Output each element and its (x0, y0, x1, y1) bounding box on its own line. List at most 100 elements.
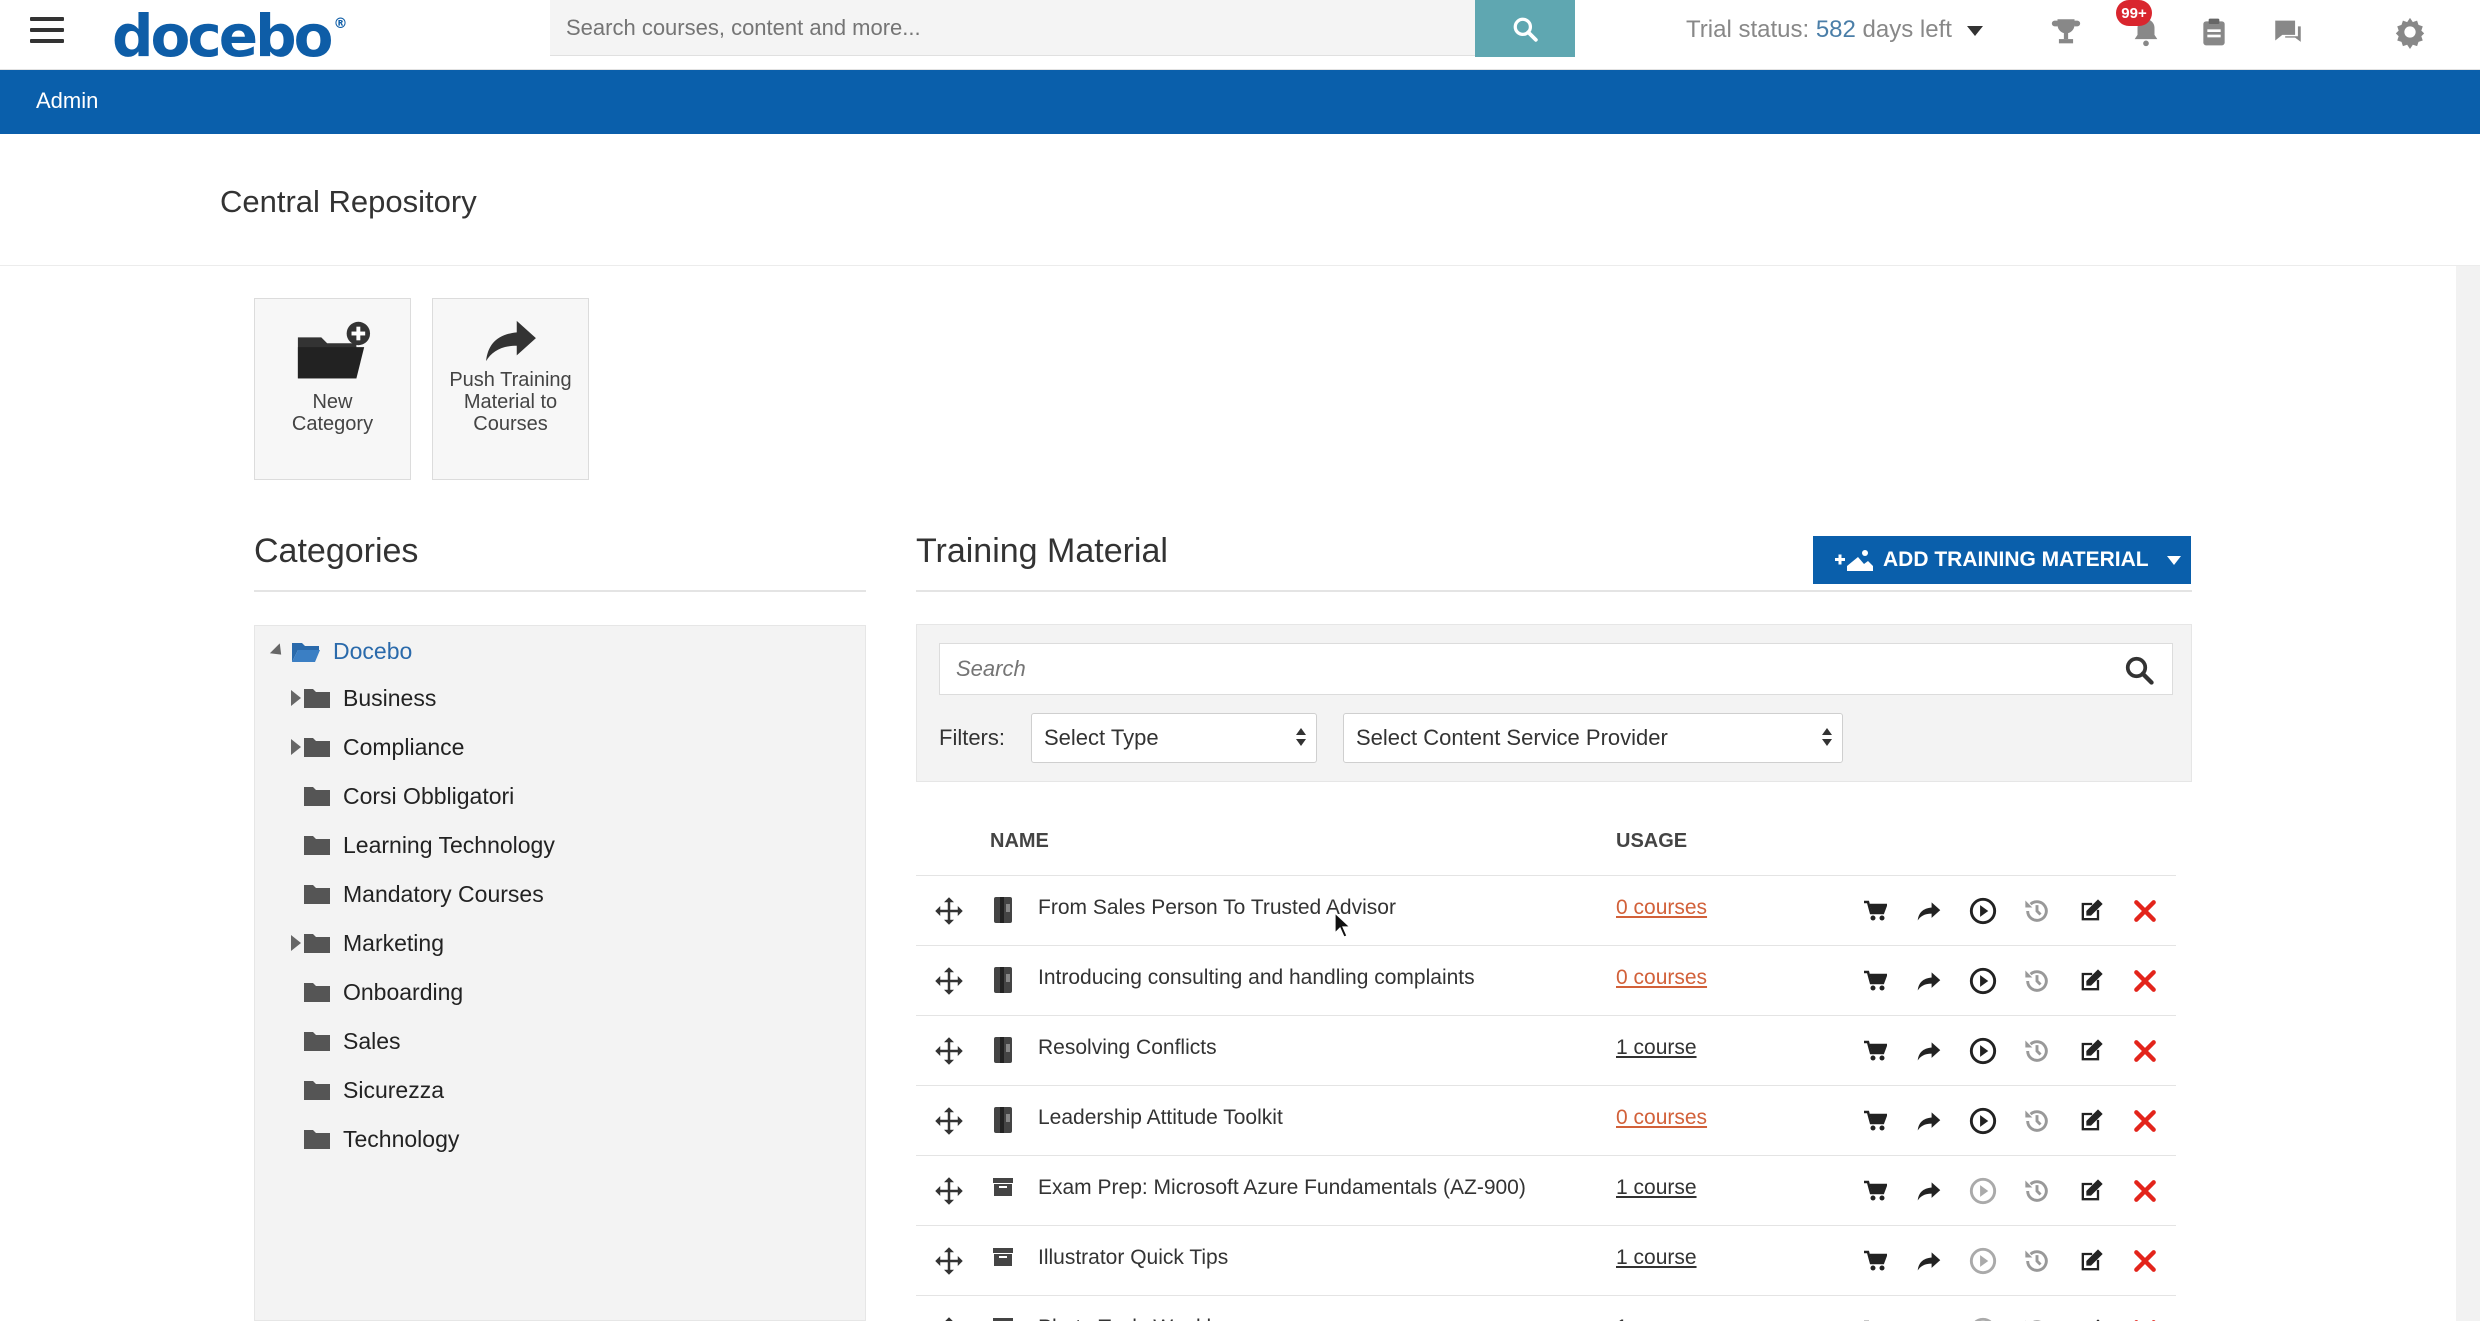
material-usage-link[interactable]: 1 course (1616, 1246, 1697, 1270)
drag-handle-icon[interactable] (934, 1246, 964, 1281)
delete-icon[interactable] (2126, 1242, 2164, 1280)
select-type-dropdown[interactable]: Select Type (1031, 713, 1317, 763)
expand-arrow-icon[interactable] (291, 690, 301, 706)
trophy-icon[interactable] (2046, 12, 2086, 52)
docebo-logo[interactable]: docebo ® (112, 2, 347, 70)
material-name[interactable]: Photo Tools Weekly (1038, 1316, 1222, 1321)
history-icon[interactable] (2018, 1032, 2056, 1070)
material-usage-link[interactable]: 1 course (1616, 1176, 1697, 1200)
category-technology[interactable]: Technology (303, 1123, 459, 1155)
material-usage-link[interactable]: 0 courses (1616, 896, 1707, 920)
edit-icon[interactable] (2072, 962, 2110, 1000)
cart-icon[interactable] (1856, 962, 1894, 1000)
hamburger-menu-icon[interactable] (30, 17, 64, 47)
category-sales[interactable]: Sales (303, 1025, 401, 1057)
category-compliance[interactable]: Compliance (291, 731, 464, 763)
history-icon[interactable] (2018, 1312, 2056, 1321)
push-training-material-tile[interactable]: Push Training Material to Courses (432, 298, 589, 480)
cart-icon[interactable] (1856, 1242, 1894, 1280)
table-row[interactable]: Introducing consulting and handling comp… (916, 946, 2176, 1016)
edit-icon[interactable] (2072, 1172, 2110, 1210)
edit-icon[interactable] (2072, 1312, 2110, 1321)
history-icon[interactable] (2018, 1172, 2056, 1210)
play-icon[interactable] (1964, 1312, 2002, 1321)
category-corsi-obbligatori[interactable]: Corsi Obbligatori (303, 780, 514, 812)
share-arrow-icon[interactable] (1910, 1312, 1948, 1321)
category-mandatory-courses[interactable]: Mandatory Courses (303, 878, 544, 910)
material-usage-link[interactable]: 0 courses (1616, 1106, 1707, 1130)
material-usage-link[interactable]: 1 course (1616, 1316, 1697, 1321)
share-arrow-icon[interactable] (1910, 1032, 1948, 1070)
history-icon[interactable] (2018, 962, 2056, 1000)
delete-icon[interactable] (2126, 1172, 2164, 1210)
play-icon[interactable] (1964, 892, 2002, 930)
material-name[interactable]: Leadership Attitude Toolkit (1038, 1106, 1283, 1130)
edit-icon[interactable] (2072, 1032, 2110, 1070)
add-training-material-button[interactable]: ADD TRAINING MATERIAL (1813, 536, 2191, 584)
column-name[interactable]: NAME (990, 830, 1049, 853)
clipboard-icon[interactable] (2194, 12, 2234, 52)
trial-status[interactable]: Trial status: 582 days left (1686, 16, 1983, 44)
table-row[interactable]: Resolving Conflicts 1 course (916, 1016, 2176, 1086)
category-marketing[interactable]: Marketing (291, 927, 444, 959)
drag-handle-icon[interactable] (934, 1036, 964, 1071)
table-row[interactable]: Illustrator Quick Tips 1 course (916, 1226, 2176, 1296)
material-name[interactable]: Exam Prep: Microsoft Azure Fundamentals … (1038, 1176, 1526, 1200)
drag-handle-icon[interactable] (934, 1176, 964, 1211)
drag-handle-icon[interactable] (934, 966, 964, 1001)
history-icon[interactable] (2018, 892, 2056, 930)
history-icon[interactable] (2018, 1242, 2056, 1280)
drag-handle-icon[interactable] (934, 1316, 964, 1321)
delete-icon[interactable] (2126, 1102, 2164, 1140)
cart-icon[interactable] (1856, 1102, 1894, 1140)
material-name[interactable]: Introducing consulting and handling comp… (1038, 966, 1475, 990)
global-search-button[interactable] (1475, 0, 1575, 57)
share-arrow-icon[interactable] (1910, 1172, 1948, 1210)
chat-icon[interactable] (2268, 12, 2308, 52)
delete-icon[interactable] (2126, 962, 2164, 1000)
gear-icon[interactable] (2390, 12, 2430, 52)
tree-root-docebo[interactable]: Docebo (269, 638, 412, 665)
delete-icon[interactable] (2126, 892, 2164, 930)
cart-icon[interactable] (1856, 1032, 1894, 1070)
admin-breadcrumb[interactable]: Admin (36, 88, 98, 114)
edit-icon[interactable] (2072, 1102, 2110, 1140)
edit-icon[interactable] (2072, 892, 2110, 930)
category-onboarding[interactable]: Onboarding (303, 976, 463, 1008)
cart-icon[interactable] (1856, 1172, 1894, 1210)
drag-handle-icon[interactable] (934, 1106, 964, 1141)
share-arrow-icon[interactable] (1910, 962, 1948, 1000)
table-row[interactable]: Photo Tools Weekly 1 course (916, 1296, 2176, 1321)
play-icon[interactable] (1964, 1102, 2002, 1140)
material-usage-link[interactable]: 0 courses (1616, 966, 1707, 990)
column-usage[interactable]: USAGE (1616, 830, 1687, 853)
category-learning-technology[interactable]: Learning Technology (303, 829, 555, 861)
select-provider-dropdown[interactable]: Select Content Service Provider (1343, 713, 1843, 763)
drag-handle-icon[interactable] (934, 896, 964, 931)
table-row[interactable]: From Sales Person To Trusted Advisor 0 co… (916, 876, 2176, 946)
category-business[interactable]: Business (291, 682, 436, 714)
play-icon[interactable] (1964, 1242, 2002, 1280)
material-name[interactable]: Illustrator Quick Tips (1038, 1246, 1228, 1270)
new-category-tile[interactable]: New Category (254, 298, 411, 480)
share-arrow-icon[interactable] (1910, 892, 1948, 930)
table-row[interactable]: Leadership Attitude Toolkit 0 courses (916, 1086, 2176, 1156)
search-icon[interactable] (2124, 655, 2154, 685)
page-scrollbar[interactable] (2456, 266, 2480, 1321)
material-name[interactable]: Resolving Conflicts (1038, 1036, 1217, 1060)
category-sicurezza[interactable]: Sicurezza (303, 1074, 444, 1106)
edit-icon[interactable] (2072, 1242, 2110, 1280)
share-arrow-icon[interactable] (1910, 1102, 1948, 1140)
material-usage-link[interactable]: 1 course (1616, 1036, 1697, 1060)
cart-icon[interactable] (1856, 1312, 1894, 1321)
table-row[interactable]: Exam Prep: Microsoft Azure Fundamentals … (916, 1156, 2176, 1226)
history-icon[interactable] (2018, 1102, 2056, 1140)
expand-arrow-icon[interactable] (291, 739, 301, 755)
expand-arrow-icon[interactable] (291, 935, 301, 951)
delete-icon[interactable] (2126, 1032, 2164, 1070)
play-icon[interactable] (1964, 1172, 2002, 1210)
cart-icon[interactable] (1856, 892, 1894, 930)
play-icon[interactable] (1964, 962, 2002, 1000)
global-search-input[interactable] (550, 0, 1475, 55)
play-icon[interactable] (1964, 1032, 2002, 1070)
